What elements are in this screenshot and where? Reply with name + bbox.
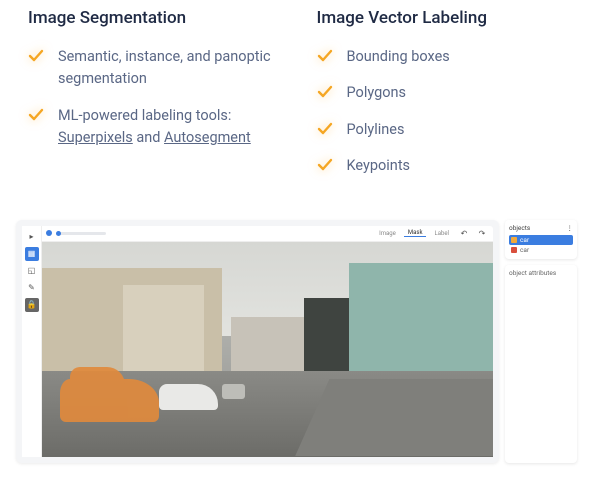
editor-screenshot: ▸ ▦ ◱ ✎ 🔒 Image Mask Label ↶ ↷ — [16, 220, 577, 463]
check-icon — [317, 84, 333, 100]
object-label: car — [520, 236, 529, 244]
object-row[interactable]: car — [509, 245, 573, 255]
list-item: Polylines — [317, 119, 566, 141]
objects-panel: objects ⋮ car car — [505, 220, 577, 259]
item-text: Semantic, instance, and panoptic segment… — [58, 46, 277, 91]
list-item: Bounding boxes — [317, 46, 566, 68]
brush-slider[interactable] — [56, 232, 106, 235]
object-row[interactable]: car — [509, 235, 573, 245]
redo-icon[interactable]: ↷ — [475, 226, 489, 240]
car-mask[interactable] — [60, 379, 159, 422]
tab-image[interactable]: Image — [375, 230, 400, 237]
segmentation-column: Image Segmentation Semantic, instance, a… — [28, 8, 277, 192]
item-text: Polygons — [347, 82, 407, 104]
list-item: ML-powered labeling tools: Superpixels a… — [28, 105, 277, 150]
check-icon — [317, 121, 333, 137]
object-label: car — [520, 246, 529, 254]
inline-link[interactable]: Autosegment — [164, 129, 251, 146]
item-text: Keypoints — [347, 155, 411, 177]
lock-tool-icon[interactable]: 🔒 — [25, 298, 39, 312]
undo-icon[interactable]: ↶ — [457, 226, 471, 240]
car-mask[interactable] — [159, 384, 218, 410]
list-item: Keypoints — [317, 155, 566, 177]
inline-link[interactable]: Superpixels — [58, 129, 133, 146]
panel-title: objects — [509, 224, 530, 232]
check-icon — [28, 107, 44, 123]
panel-title: object attributes — [509, 269, 556, 277]
color-swatch — [511, 237, 517, 243]
item-text: Bounding boxes — [347, 46, 450, 68]
check-icon — [317, 48, 333, 64]
list-item: Semantic, instance, and panoptic segment… — [28, 46, 277, 91]
pen-tool-icon[interactable]: ✎ — [25, 281, 39, 295]
column-heading: Image Vector Labeling — [317, 8, 566, 28]
editor-topbar: Image Mask Label ↶ ↷ — [42, 226, 493, 242]
item-text: Polylines — [347, 119, 405, 141]
check-icon — [317, 157, 333, 173]
cursor-tool-icon[interactable]: ▸ — [25, 230, 39, 244]
crop-tool-icon[interactable]: ◱ — [25, 264, 39, 278]
tab-label[interactable]: Label — [430, 230, 453, 237]
attributes-panel: object attributes — [505, 265, 577, 463]
brush-size-knob[interactable] — [46, 230, 52, 236]
color-swatch — [511, 247, 517, 253]
check-icon — [28, 48, 44, 64]
list-item: Polygons — [317, 82, 566, 104]
column-heading: Image Segmentation — [28, 8, 277, 28]
editor-card: ▸ ▦ ◱ ✎ 🔒 Image Mask Label ↶ ↷ — [16, 220, 499, 463]
kebab-icon[interactable]: ⋮ — [567, 224, 574, 232]
grid-tool-icon[interactable]: ▦ — [25, 247, 39, 261]
vector-labeling-column: Image Vector Labeling Bounding boxes Poly… — [317, 8, 566, 192]
item-text: ML-powered labeling tools: Superpixels a… — [58, 105, 277, 150]
car-mask[interactable] — [222, 384, 245, 399]
tab-mask[interactable]: Mask — [404, 229, 427, 237]
image-canvas[interactable] — [42, 242, 493, 457]
left-toolbar: ▸ ▦ ◱ ✎ 🔒 — [22, 226, 42, 457]
